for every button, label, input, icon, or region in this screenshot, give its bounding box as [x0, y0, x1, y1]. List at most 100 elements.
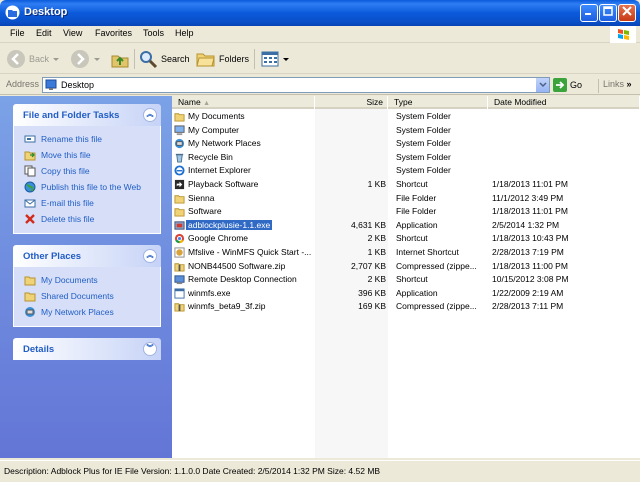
file-name: My Documents [188, 111, 245, 121]
views-button[interactable] [260, 49, 290, 69]
email-task[interactable]: E-mail this file [24, 195, 160, 211]
move-task[interactable]: Move this file [24, 147, 160, 163]
file-name: My Network Places [188, 138, 261, 149]
toolbar-separator [254, 49, 255, 69]
menu-file[interactable]: File [10, 28, 25, 38]
file-row[interactable]: Recycle Bin System Folder [172, 151, 640, 165]
column-header-type[interactable]: Type [388, 96, 488, 109]
file-type: Compressed (zippe... [396, 301, 477, 312]
remote-desktop-icon [174, 275, 185, 285]
publish-task[interactable]: Publish this file to the Web [24, 179, 160, 195]
forward-button[interactable] [70, 49, 101, 69]
folder-icon [174, 113, 185, 122]
file-row[interactable]: My Computer System Folder [172, 124, 640, 138]
menu-favorites[interactable]: Favorites [95, 28, 132, 38]
file-row[interactable]: Sienna File Folder 11/1/2012 3:49 PM [172, 192, 640, 206]
file-folder-tasks-header[interactable]: File and Folder Tasks ︽ [13, 104, 161, 126]
email-icon [24, 199, 36, 208]
go-button[interactable]: Go [553, 77, 582, 93]
file-size: 4,631 KB [351, 219, 386, 230]
other-places-panel: Other Places ︽ My Documents Shared Docum… [13, 245, 161, 327]
file-row[interactable]: Playback Software 1 KB Shortcut 1/18/2013 1… [172, 178, 640, 192]
back-button[interactable]: Back [6, 49, 60, 69]
delete-x-icon [25, 214, 35, 224]
file-date-modified: 2/28/2013 7:19 PM [492, 246, 564, 257]
folders-button[interactable]: Folders [196, 49, 249, 69]
chevron-down-icon [53, 58, 60, 61]
file-name: Software [188, 206, 222, 217]
rename-icon [24, 135, 36, 143]
file-row[interactable]: My Network Places System Folder [172, 137, 640, 151]
minimize-icon [585, 13, 591, 15]
close-icon [622, 6, 632, 16]
desktop-icon [45, 79, 57, 90]
file-row[interactable]: My Documents System Folder [172, 110, 640, 124]
file-list[interactable]: Name ▲ Size Type Date Modified My Docume… [172, 96, 640, 458]
copy-task[interactable]: Copy this file [24, 163, 160, 179]
collapse-chevron-icon[interactable]: ︽ [143, 249, 157, 263]
file-row[interactable]: Google Chrome 2 KB Shortcut 1/18/2013 10:43… [172, 232, 640, 246]
file-row[interactable]: Remote Desktop Connection 2 KB Shortcut 10/… [172, 273, 640, 287]
rename-task[interactable]: Rename this file [24, 131, 160, 147]
expand-chevron-icon[interactable]: ︾ [143, 342, 157, 356]
file-row[interactable]: Internet Explorer System Folder [172, 164, 640, 178]
back-arrow-icon [7, 50, 25, 68]
links-toolbar[interactable]: Links » [598, 79, 632, 93]
place-my-network-places[interactable]: My Network Places [24, 304, 160, 320]
column-header-size[interactable]: Size [315, 96, 388, 109]
ie-icon [174, 165, 185, 176]
minimize-button[interactable] [580, 4, 598, 22]
file-name: NONB44500 Software.zip [188, 260, 286, 271]
links-label: Links [603, 79, 625, 89]
file-size: 1 KB [367, 178, 386, 189]
menu-help[interactable]: Help [175, 28, 194, 38]
panel-title: Details [23, 344, 55, 355]
folder-icon [24, 276, 36, 286]
network-icon [25, 307, 35, 317]
task-pane: File and Folder Tasks ︽ Rename this file… [0, 96, 172, 458]
place-my-documents[interactable]: My Documents [24, 272, 160, 288]
go-label: Go [570, 80, 583, 90]
file-row[interactable]: Software File Folder 1/18/2013 11:01 PM [172, 205, 640, 219]
menu-tools[interactable]: Tools [143, 28, 164, 38]
file-row[interactable]: winmfs.exe 396 KB Application 1/22/2009 2:1… [172, 287, 640, 301]
column-header-name[interactable]: Name ▲ [172, 96, 315, 109]
file-row[interactable]: adblockplusie-1.1.exe 4,631 KB Application… [172, 219, 640, 233]
file-name: winmfs.exe [188, 287, 231, 298]
recycle-bin-icon [175, 153, 184, 163]
menu-bar: File Edit View Favorites Tools Help [0, 26, 640, 43]
maximize-icon [603, 6, 613, 16]
details-header[interactable]: Details ︾ [13, 338, 161, 360]
maximize-button[interactable] [599, 4, 617, 22]
title-bar[interactable]: Desktop [0, 0, 640, 26]
file-type: Compressed (zippe... [396, 260, 477, 271]
globe-icon [24, 181, 36, 193]
windows-logo-icon [610, 26, 636, 43]
menu-edit[interactable]: Edit [36, 28, 52, 38]
zip-icon [174, 262, 185, 272]
column-header-date-modified[interactable]: Date Modified [488, 96, 640, 109]
up-folder-button[interactable] [110, 49, 130, 69]
up-folder-icon [111, 55, 129, 68]
place-shared-documents[interactable]: Shared Documents [24, 288, 160, 304]
menu-view[interactable]: View [63, 28, 82, 38]
file-rows: My Documents System Folder My Computer Syst… [172, 110, 640, 314]
file-type: File Folder [396, 206, 437, 217]
file-type: Shortcut [396, 178, 428, 189]
address-dropdown-button[interactable] [535, 78, 549, 92]
file-row[interactable]: Mfslive - WinMFS Quick Start -... 1 KB Int… [172, 246, 640, 260]
collapse-chevron-icon[interactable]: ︽ [143, 108, 157, 122]
file-type: Application [396, 219, 438, 230]
file-row[interactable]: winmfs_beta9_3f.zip 169 KB Compressed (zip… [172, 300, 640, 314]
file-type: System Folder [396, 124, 451, 135]
address-input[interactable]: Desktop [42, 77, 550, 93]
close-button[interactable] [618, 4, 636, 22]
file-type: System Folder [396, 138, 451, 149]
move-icon [24, 151, 36, 161]
delete-task[interactable]: Delete this file [24, 211, 160, 227]
file-row[interactable]: NONB44500 Software.zip 2,707 KB Compressed… [172, 260, 640, 274]
file-type: File Folder [396, 192, 437, 203]
search-button[interactable]: Search [138, 49, 190, 69]
other-places-header[interactable]: Other Places ︽ [13, 245, 161, 267]
chrome-icon [174, 234, 185, 244]
